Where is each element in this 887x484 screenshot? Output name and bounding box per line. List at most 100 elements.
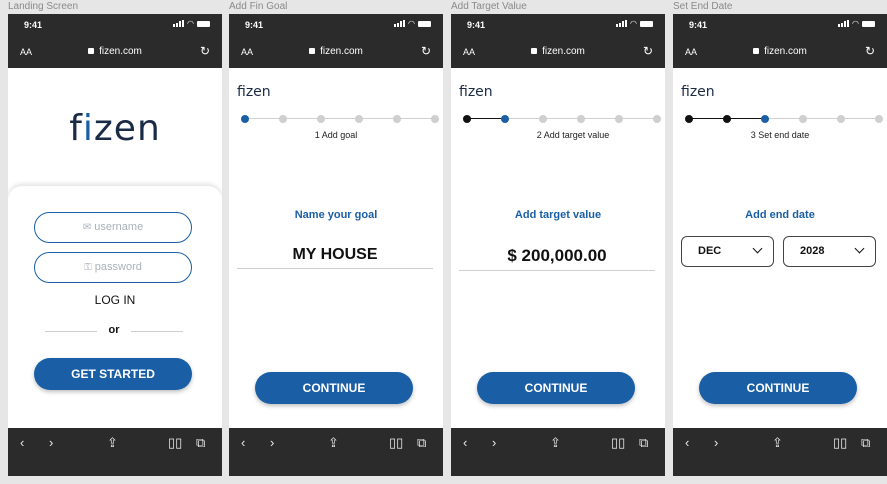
password-field[interactable]: ⚿ password <box>34 252 192 283</box>
add-goal-screen: 9:41 ◠ AA fizen.com ↻ fizen 1 Add goal N… <box>229 14 443 476</box>
progress-segment <box>581 118 619 119</box>
forward-icon[interactable]: › <box>49 435 53 450</box>
end-date-heading: Add end date <box>745 209 815 221</box>
reload-icon[interactable]: ↻ <box>200 44 210 58</box>
progress-segment <box>321 118 359 119</box>
month-value: DEC <box>698 245 722 257</box>
progress-segment <box>245 118 283 119</box>
fizen-logo: fizen <box>237 84 271 100</box>
back-icon[interactable]: ‹ <box>463 435 467 450</box>
lock-icon <box>753 48 760 54</box>
url-display[interactable]: fizen.com <box>673 46 887 57</box>
share-icon[interactable]: ⇪ <box>550 435 561 451</box>
progress-segment <box>619 118 657 119</box>
divider-line-right <box>131 331 183 332</box>
progress-step-dot <box>723 115 731 123</box>
step-label: 2 Add target value <box>536 130 610 140</box>
lock-icon <box>88 48 95 54</box>
url-display[interactable]: fizen.com <box>229 46 443 57</box>
bookmarks-icon[interactable]: ▯▯ <box>611 435 625 451</box>
share-icon[interactable]: ⇪ <box>107 435 118 451</box>
back-icon[interactable]: ‹ <box>241 435 245 450</box>
signal-icon <box>838 20 850 27</box>
progress-step-dot <box>799 115 807 123</box>
forward-icon[interactable]: › <box>492 435 496 450</box>
url-bar[interactable]: AA fizen.com ↻ <box>229 36 443 68</box>
progress-step-dot <box>761 115 769 123</box>
step-progress <box>685 112 883 126</box>
step-progress <box>241 112 439 126</box>
reload-icon[interactable]: ↻ <box>643 44 653 58</box>
progress-step-dot <box>875 115 883 123</box>
battery-icon <box>862 20 875 27</box>
status-bar: 9:41 ◠ <box>451 14 665 36</box>
target-value-input[interactable]: $ 200,000.00 <box>459 246 655 271</box>
goal-name-input[interactable]: MY HOUSE <box>237 246 433 269</box>
progress-step-dot <box>539 115 547 123</box>
landing-screen: 9:41 ◠ AA fizen.com ↻ fizen ✉ username ⚿… <box>8 14 222 476</box>
share-icon[interactable]: ⇪ <box>328 435 339 451</box>
status-bar: 9:41 ◠ <box>673 14 887 36</box>
month-select[interactable]: DEC <box>681 236 774 267</box>
end-date-screen: 9:41 ◠ AA fizen.com ↻ fizen 3 Set end da… <box>673 14 887 476</box>
url-text: fizen.com <box>542 46 585 57</box>
url-bar[interactable]: AA fizen.com ↻ <box>673 36 887 68</box>
chevron-down-icon <box>854 243 865 254</box>
reload-icon[interactable]: ↻ <box>865 44 875 58</box>
year-select[interactable]: 2028 <box>783 236 876 267</box>
continue-button[interactable]: CONTINUE <box>255 372 413 404</box>
progress-segment <box>397 118 435 119</box>
url-bar[interactable]: AA fizen.com ↻ <box>451 36 665 68</box>
share-icon[interactable]: ⇪ <box>772 435 783 451</box>
back-icon[interactable]: ‹ <box>685 435 689 450</box>
status-time: 9:41 <box>467 20 486 30</box>
progress-segment <box>543 118 581 119</box>
login-link[interactable]: LOG IN <box>8 293 222 307</box>
bookmarks-icon[interactable]: ▯▯ <box>389 435 403 451</box>
username-field[interactable]: ✉ username <box>34 212 192 243</box>
step-label: 1 Add goal <box>314 130 358 140</box>
progress-segment <box>689 118 727 119</box>
progress-step-dot <box>317 115 325 123</box>
or-divider: or <box>45 324 183 338</box>
back-icon[interactable]: ‹ <box>20 435 24 450</box>
status-icons: ◠ <box>838 19 875 28</box>
tabs-icon[interactable]: ⧉ <box>861 435 870 451</box>
progress-segment <box>359 118 397 119</box>
continue-button[interactable]: CONTINUE <box>699 372 857 404</box>
url-display[interactable]: fizen.com <box>451 46 665 57</box>
status-bar: 9:41 ◠ <box>229 14 443 36</box>
target-heading: Add target value <box>514 209 602 221</box>
chevron-down-icon <box>752 243 763 254</box>
bookmarks-icon[interactable]: ▯▯ <box>168 435 182 451</box>
lock-icon <box>531 48 538 54</box>
status-icons: ◠ <box>616 20 653 28</box>
step-progress <box>463 112 661 126</box>
get-started-button[interactable]: GET STARTED <box>34 358 192 390</box>
forward-icon[interactable]: › <box>270 435 274 450</box>
url-display[interactable]: fizen.com <box>8 46 222 57</box>
progress-step-dot <box>431 115 439 123</box>
reload-icon[interactable]: ↻ <box>421 44 431 58</box>
status-icons: ◠ <box>394 20 431 28</box>
or-label: or <box>108 324 120 336</box>
bookmarks-icon[interactable]: ▯▯ <box>833 435 847 451</box>
continue-button[interactable]: CONTINUE <box>477 372 635 404</box>
status-time: 9:41 <box>24 20 43 30</box>
password-placeholder: password <box>94 261 142 273</box>
battery-icon <box>418 20 431 27</box>
username-placeholder: username <box>94 221 144 233</box>
frame-title-add-goal: Add Fin Goal <box>229 1 288 12</box>
browser-toolbar: ‹ › ⇪ ▯▯ ⧉ <box>673 428 887 476</box>
frame-title-landing: Landing Screen <box>8 1 79 12</box>
tabs-icon[interactable]: ⧉ <box>417 435 426 451</box>
step-label: 3 Set end date <box>750 130 810 140</box>
tabs-icon[interactable]: ⧉ <box>196 435 205 451</box>
url-bar[interactable]: AA fizen.com ↻ <box>8 36 222 68</box>
tabs-icon[interactable]: ⧉ <box>639 435 648 451</box>
progress-segment <box>727 118 765 119</box>
forward-icon[interactable]: › <box>714 435 718 450</box>
progress-segment <box>765 118 803 119</box>
wifi-icon: ◠ <box>852 19 859 28</box>
frame-title-target-value: Add Target Value <box>451 1 527 12</box>
